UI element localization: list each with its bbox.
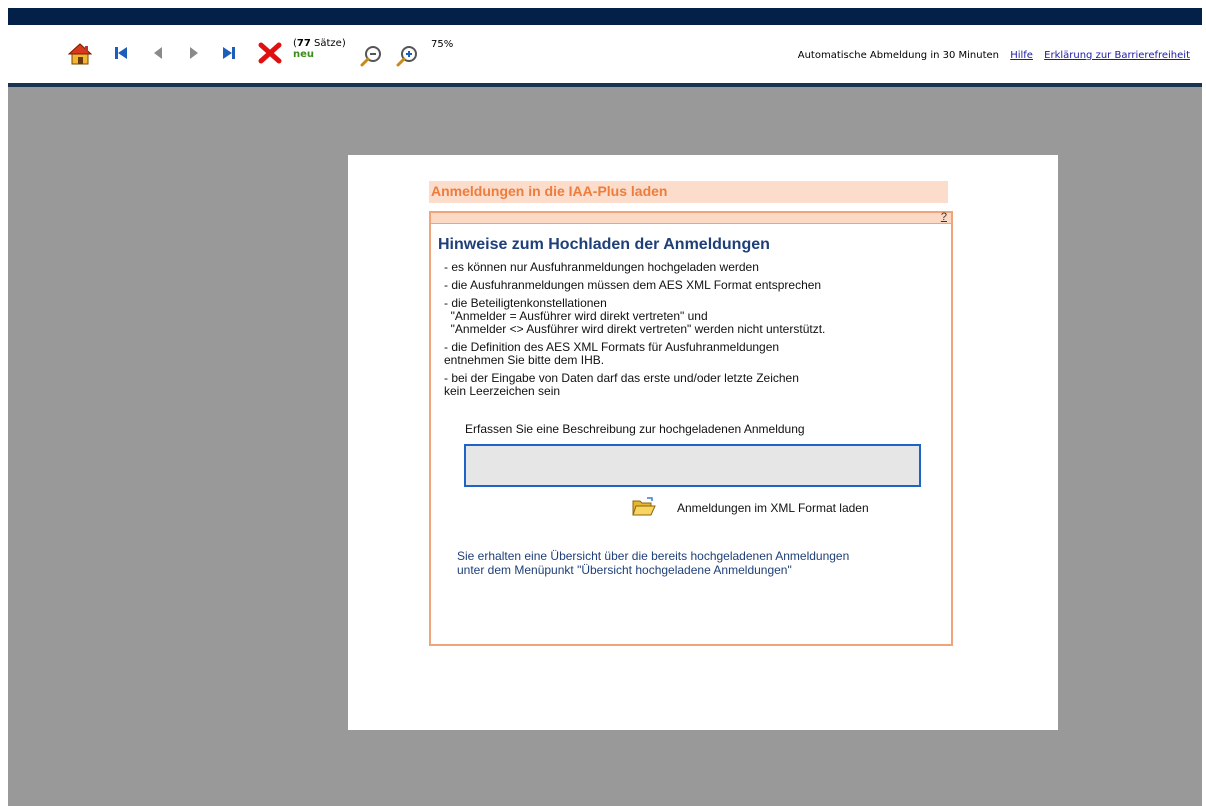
zoom-level: 75%	[431, 39, 454, 50]
zoom-in-icon[interactable]	[396, 45, 418, 67]
upload-label[interactable]: Anmeldungen im XML Format laden	[677, 501, 869, 515]
instruction-line: - es können nur Ausfuhranmeldungen hochg…	[444, 260, 759, 274]
accessibility-link[interactable]: Erklärung zur Barrierefreiheit	[1044, 50, 1190, 61]
upload-box-header: ?	[431, 211, 951, 224]
instruction-item: - bei der Eingabe von Daten darf das ers…	[444, 372, 825, 398]
folder-open-icon	[632, 497, 656, 521]
top-bar	[8, 8, 1202, 25]
home-icon[interactable]	[68, 43, 92, 65]
instructions-list: - es können nur Ausfuhranmeldungen hochg…	[444, 261, 825, 403]
count-label: Sätze)	[314, 38, 346, 49]
instruction-item: - es können nur Ausfuhranmeldungen hochg…	[444, 261, 825, 274]
instruction-item: - die Ausfuhranmeldungen müssen dem AES …	[444, 279, 825, 292]
header-links: Automatische Abmeldung in 30 Minuten Hil…	[798, 50, 1190, 61]
description-label: Erfassen Sie eine Beschreibung zur hochg…	[465, 422, 805, 436]
info-line-1: Sie erhalten eine Übersicht über die ber…	[457, 549, 850, 563]
instruction-item: - die Definition des AES XML Formats für…	[444, 341, 825, 367]
instructions-heading: Hinweise zum Hochladen der Anmeldungen	[438, 236, 770, 253]
instruction-item: - die Beteiligtenkonstellationen "Anmeld…	[444, 297, 825, 336]
next-record-icon[interactable]	[189, 47, 199, 59]
record-count: (77 Sätze) neu	[293, 38, 346, 60]
zoom-out-icon[interactable]	[360, 45, 382, 67]
scrollbar-track	[1202, 0, 1206, 806]
description-input[interactable]	[464, 444, 921, 487]
delete-icon[interactable]	[258, 42, 282, 64]
help-link[interactable]: Hilfe	[1010, 50, 1033, 61]
last-record-icon[interactable]	[222, 46, 236, 60]
previous-record-icon[interactable]	[153, 47, 163, 59]
help-question-link[interactable]: ?	[941, 211, 947, 223]
count-value: 77	[296, 38, 311, 49]
new-label: neu	[293, 49, 315, 60]
instruction-line: kein Leerzeichen sein	[444, 384, 561, 398]
instruction-line: "Anmelder <> Ausführer wird direkt vertr…	[444, 322, 826, 336]
first-record-icon[interactable]	[114, 46, 128, 60]
instruction-line: entnehmen Sie bitte dem IHB.	[444, 353, 605, 367]
page-title: Anmeldungen in die IAA-Plus laden	[429, 181, 948, 203]
instruction-line: - die Ausfuhranmeldungen müssen dem AES …	[444, 278, 822, 292]
auto-logout-text: Automatische Abmeldung in 30 Minuten	[797, 50, 1000, 61]
info-text: Sie erhalten eine Übersicht über die ber…	[457, 549, 849, 577]
info-line-2: unter dem Menüpunkt "Übersicht hochgelad…	[457, 563, 792, 577]
